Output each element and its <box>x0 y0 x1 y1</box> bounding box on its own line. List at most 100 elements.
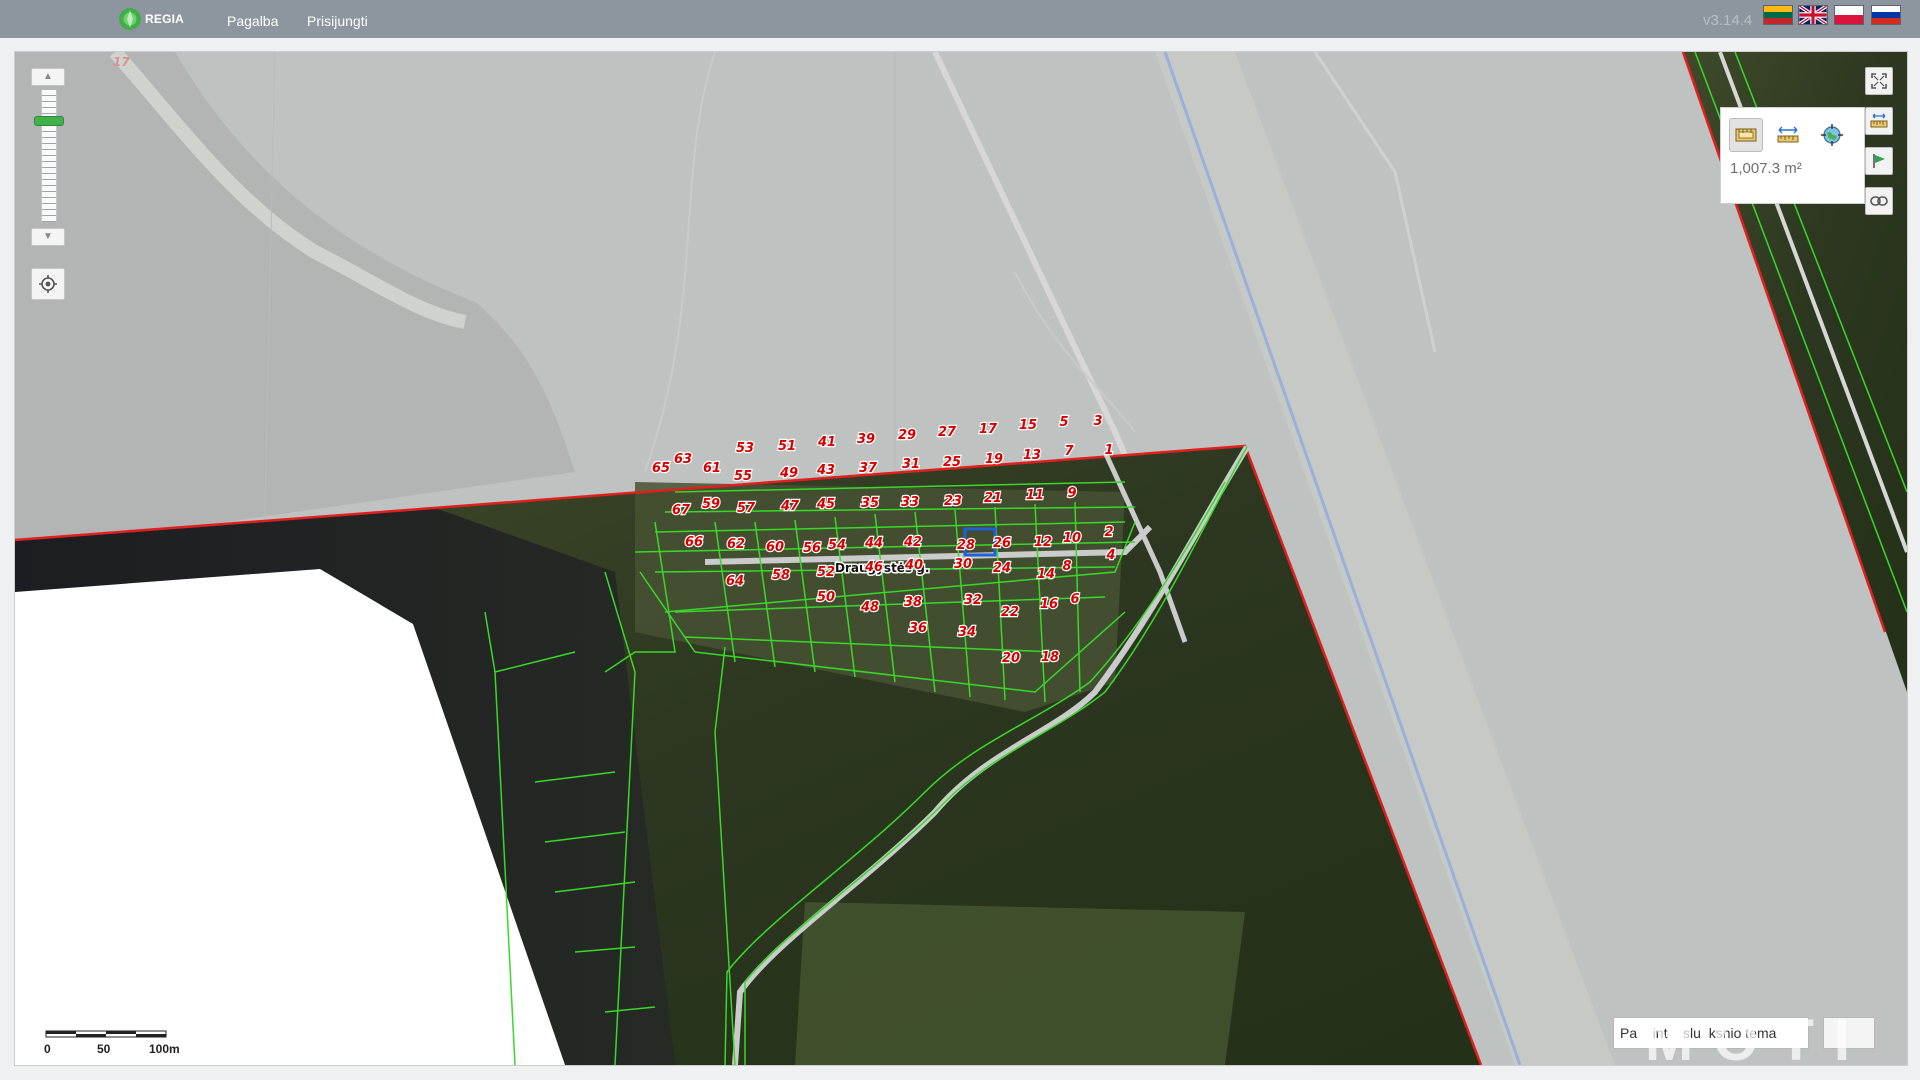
parcel-label-65[interactable]: 65 <box>651 460 671 477</box>
language-ru-flag-icon[interactable] <box>1871 5 1901 25</box>
parcel-label-14[interactable]: 14 <box>1036 566 1056 583</box>
zoom-in-button[interactable]: ▲ <box>31 68 65 86</box>
map-viewport[interactable]: 17 Draugystės g. 63 65 61 53 51 41 39 29 27 17 15 5… <box>14 51 1908 1066</box>
parcel-label-59[interactable]: 59 <box>701 496 721 513</box>
parcel-label-2[interactable]: 2 <box>1103 524 1114 541</box>
parcel-label-52[interactable]: 52 <box>816 564 836 581</box>
aerial-map[interactable]: 17 Draugystės g. 6365 6153 51 41 39 29 27 17 15 5… <box>15 52 1907 1065</box>
field-patch <box>795 902 1245 1065</box>
fullscreen-icon <box>1871 73 1887 89</box>
fullscreen-button[interactable] <box>1865 67 1893 95</box>
parcel-label-11[interactable]: 11 <box>1025 487 1045 504</box>
layer-theme-input[interactable] <box>1613 1017 1809 1049</box>
parcel-label-27[interactable]: 27 <box>937 424 958 441</box>
parcel-label-34[interactable]: 34 <box>957 624 977 641</box>
coordinates-button[interactable] <box>1815 118 1849 152</box>
parcel-label-16[interactable]: 16 <box>1039 596 1059 613</box>
parcel-label-8[interactable]: 8 <box>1061 558 1072 575</box>
parcel-label-5[interactable]: 5 <box>1058 414 1069 431</box>
parcel-label-49[interactable]: 49 <box>778 465 799 482</box>
parcel-label-20[interactable]: 20 <box>1001 650 1021 667</box>
parcel-label-40[interactable]: 40 <box>903 557 924 574</box>
parcel-label-30[interactable]: 30 <box>953 556 973 573</box>
parcel-label-39[interactable]: 39 <box>856 431 876 448</box>
parcel-label-7[interactable]: 7 <box>1063 443 1075 460</box>
parcel-label-48[interactable]: 48 <box>859 599 880 616</box>
logo-text: REGIA <box>145 12 185 26</box>
parcel-label-4[interactable]: 4 <box>1104 547 1116 564</box>
parcel-label-10[interactable]: 10 <box>1062 530 1082 547</box>
parcel-label-43[interactable]: 43 <box>815 462 836 479</box>
parcel-label-45[interactable]: 45 <box>815 496 836 513</box>
parcel-label-24[interactable]: 24 <box>992 560 1012 577</box>
parcel-label-25[interactable]: 25 <box>942 454 962 471</box>
parcel-label-63[interactable]: 63 <box>673 451 693 468</box>
parcel-label-61[interactable]: 61 <box>702 460 722 477</box>
parcel-label-58[interactable]: 58 <box>771 567 791 584</box>
parcel-label-36[interactable]: 36 <box>908 620 928 637</box>
parcel-label-33[interactable]: 33 <box>900 494 920 511</box>
regia-logo-icon <box>119 8 141 30</box>
measurement-value: 1,007.3 m² <box>1730 160 1802 177</box>
parcel-label-55[interactable]: 55 <box>733 468 753 485</box>
parcel-label-18[interactable]: 18 <box>1040 649 1060 666</box>
parcel-label-32[interactable]: 32 <box>963 592 983 609</box>
scale-label-50: 50 <box>97 1042 111 1056</box>
parcel-label-35[interactable]: 35 <box>860 495 880 512</box>
parcel-label-23[interactable]: 23 <box>943 493 963 510</box>
scale-bar: 0 50 100m <box>44 1028 185 1058</box>
zoom-handle[interactable] <box>34 116 64 126</box>
parcel-label-3[interactable]: 3 <box>1092 413 1103 430</box>
locate-button[interactable] <box>31 268 65 300</box>
parcel-label-41[interactable]: 41 <box>816 434 837 451</box>
zoom-track[interactable] <box>41 90 57 222</box>
parcel-label-67[interactable]: 67 <box>671 502 692 519</box>
parcel-label-22[interactable]: 22 <box>1000 604 1020 621</box>
parcel-label-57[interactable]: 57 <box>736 500 757 517</box>
parcel-label-26[interactable]: 26 <box>992 535 1012 552</box>
layer-theme-button[interactable] <box>1823 1017 1875 1049</box>
parcel-label-1[interactable]: 1 <box>1103 442 1114 459</box>
parcel-label-56[interactable]: 56 <box>802 540 822 557</box>
parcel-label-9[interactable]: 9 <box>1066 485 1077 502</box>
parcel-label-66[interactable]: 66 <box>684 534 704 551</box>
parcel-label-44[interactable]: 44 <box>863 535 884 552</box>
measure-button[interactable] <box>1865 107 1893 135</box>
parcel-label-51[interactable]: 51 <box>777 438 797 455</box>
measure-area-button[interactable] <box>1729 118 1763 152</box>
language-en-flag-icon[interactable] <box>1798 5 1828 25</box>
zoom-out-button[interactable]: ▼ <box>31 228 65 246</box>
flag-icon <box>1873 154 1885 168</box>
parcel-label-50[interactable]: 50 <box>816 589 836 606</box>
parcel-label-28[interactable]: 28 <box>956 537 976 554</box>
language-pl-flag-icon[interactable] <box>1834 5 1864 25</box>
parcel-label-42[interactable]: 42 <box>902 534 923 551</box>
parcel-label-46[interactable]: 46 <box>863 559 884 576</box>
parcel-label-54[interactable]: 54 <box>827 537 847 554</box>
zoom-slider[interactable]: ▲ ▼ <box>31 68 65 258</box>
parcel-label-6[interactable]: 6 <box>1069 591 1080 608</box>
parcel-label-37[interactable]: 37 <box>858 460 879 477</box>
parcel-label-53[interactable]: 53 <box>735 440 755 457</box>
parcel-label-38[interactable]: 38 <box>903 594 923 611</box>
language-lt-flag-icon[interactable] <box>1763 5 1793 25</box>
parcel-label-47[interactable]: 47 <box>779 498 801 515</box>
nav-login-link[interactable]: Prisijungti <box>307 13 368 29</box>
parcel-label-60[interactable]: 60 <box>765 539 785 556</box>
parcel-label-29[interactable]: 29 <box>897 427 917 444</box>
parcel-label-31[interactable]: 31 <box>901 456 921 473</box>
parcel-label-12[interactable]: 12 <box>1033 534 1053 551</box>
parcel-label-15[interactable]: 15 <box>1018 417 1038 434</box>
parcel-label-13[interactable]: 13 <box>1022 447 1042 464</box>
parcel-label-17[interactable]: 17 <box>978 421 999 438</box>
flag-button[interactable] <box>1865 147 1893 175</box>
parcel-label-62[interactable]: 62 <box>726 536 746 553</box>
measure-distance-button[interactable] <box>1771 118 1805 152</box>
link-icon <box>1870 196 1888 206</box>
regia-logo[interactable]: REGIA <box>118 7 184 31</box>
link-button[interactable] <box>1865 187 1893 215</box>
nav-help-link[interactable]: Pagalba <box>227 13 278 29</box>
parcel-label-19[interactable]: 19 <box>984 451 1004 468</box>
parcel-label-64[interactable]: 64 <box>725 573 745 590</box>
parcel-label-21[interactable]: 21 <box>983 490 1003 507</box>
